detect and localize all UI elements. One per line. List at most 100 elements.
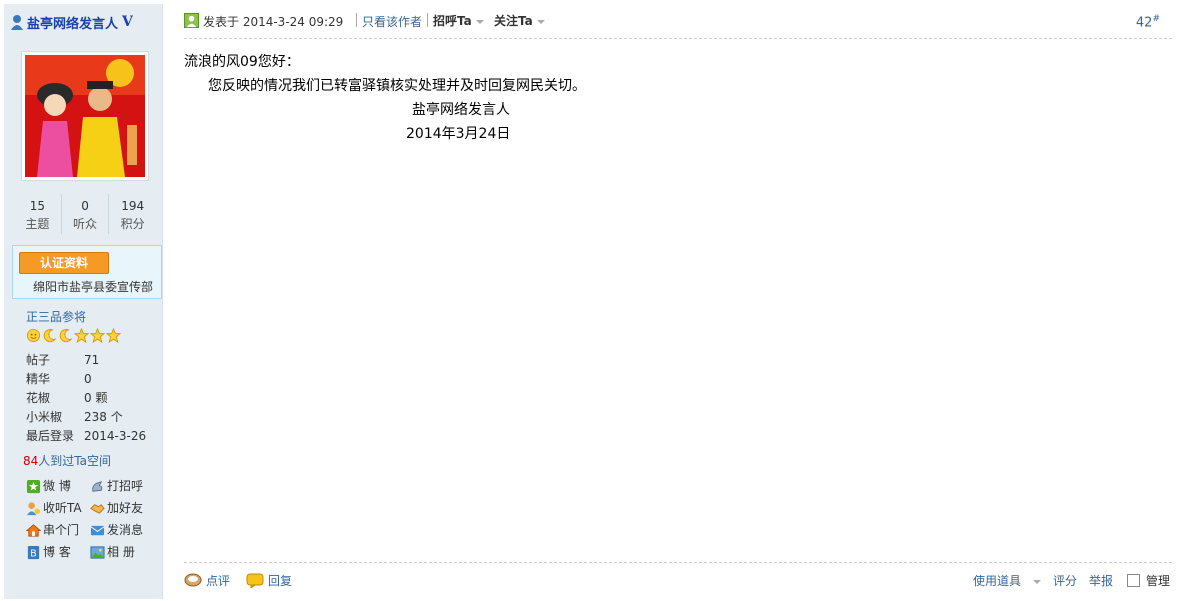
chevron-down-icon — [475, 19, 484, 24]
star-icon — [106, 328, 121, 343]
floor-number: 42 — [1135, 15, 1153, 31]
floor-mark: # — [1152, 14, 1160, 24]
avatar[interactable] — [21, 51, 149, 181]
certification-box: 认证资料 绵阳市盐亭县委宣传部 — [12, 245, 162, 299]
post-floor-link[interactable]: 42# — [1136, 14, 1160, 30]
user-icon — [11, 15, 23, 30]
stat-topics-value: 15 — [29, 199, 45, 213]
listen-label: 收听TA — [43, 501, 82, 515]
chevron-down-icon — [536, 19, 545, 24]
weibo-link[interactable]: 微 博 — [26, 475, 90, 497]
only-author-link[interactable]: 只看该作者 — [362, 13, 422, 30]
info-key: 小米椒 — [26, 410, 63, 424]
sun-icon — [26, 328, 41, 343]
user-rank[interactable]: 正三品参将 — [26, 308, 86, 325]
reply-button[interactable]: 回复 — [246, 572, 292, 589]
greet-dropdown[interactable]: 招呼Ta — [433, 12, 484, 29]
info-value[interactable]: 71 — [84, 351, 99, 370]
post-header: 发表于 2014-3-24 09:29 只看该作者 招呼Ta 关注Ta 42# — [184, 10, 1172, 39]
moon-icon — [59, 329, 73, 343]
use-tool-label: 使用道具 — [972, 574, 1021, 588]
message-link[interactable]: 发消息 — [90, 519, 154, 541]
rank-stars — [26, 328, 122, 344]
info-row-pepper: 花椒 0 颗 — [26, 389, 146, 408]
info-key: 精华 — [26, 372, 51, 386]
reply-icon — [246, 573, 264, 588]
comment-button[interactable]: 点评 — [184, 572, 230, 589]
stat-listeners-value: 0 — [81, 199, 89, 213]
certification-button[interactable]: 认证资料 — [19, 252, 109, 274]
album-link[interactable]: 相 册 — [90, 541, 154, 563]
stat-topics[interactable]: 15 主题 — [14, 194, 62, 234]
star-icon — [74, 328, 89, 343]
add-friend-link[interactable]: 加好友 — [90, 497, 154, 519]
author-name-link[interactable]: 盐亭网络发言人 — [27, 13, 118, 32]
reply-label: 回复 — [268, 574, 293, 588]
online-status-icon — [184, 13, 199, 28]
visit-label: 串个门 — [43, 523, 80, 537]
info-value: 0 颗 — [84, 391, 108, 405]
greet-link[interactable]: 打招呼 — [90, 475, 154, 497]
post-signature: 盐亭网络发言人 — [412, 102, 510, 118]
greet-label: 打招呼 — [107, 479, 144, 493]
weibo-icon — [26, 479, 41, 493]
greet-icon — [92, 480, 103, 492]
info-key: 花椒 — [26, 391, 51, 405]
message-label: 发消息 — [107, 523, 144, 537]
certification-org: 绵阳市盐亭县委宣传部 — [33, 280, 154, 294]
author-header: 盐亭网络发言人 V — [10, 12, 133, 32]
post-date: 2014年3月24日 — [406, 126, 511, 142]
divider — [356, 13, 357, 27]
home-icon — [26, 523, 41, 537]
listen-icon — [26, 501, 41, 515]
use-tool-dropdown[interactable]: 使用道具 — [961, 572, 1041, 589]
photo-icon — [90, 545, 105, 559]
info-row-last-login: 最后登录 2014-3-26 — [26, 427, 146, 446]
info-row-digest: 精华 0 — [26, 370, 146, 389]
rate-link[interactable]: 评分 — [1053, 572, 1077, 589]
weibo-label: 微 博 — [43, 479, 71, 493]
author-sidebar: 盐亭网络发言人 V 15 主题 0 听众 194 积分 认证资料 绵阳市盐亭县委… — [4, 4, 163, 599]
space-visitors-link[interactable]: 84人到过Ta空间 — [23, 452, 111, 469]
stat-points[interactable]: 194 积分 — [109, 194, 156, 234]
follow-dropdown[interactable]: 关注Ta — [494, 12, 545, 29]
stat-listeners[interactable]: 0 听众 — [62, 194, 110, 234]
moon-icon — [43, 329, 57, 343]
author-stats: 15 主题 0 听众 194 积分 — [14, 194, 156, 234]
star-icon — [90, 328, 105, 343]
listen-link[interactable]: 收听TA — [26, 497, 90, 519]
chevron-down-icon — [1032, 579, 1041, 584]
blog-icon: B — [27, 545, 40, 559]
author-actions: 微 博 打招呼 收听TA 加好友 串个门 发消息 B 博 客 相 册 — [26, 475, 166, 563]
comment-label: 点评 — [206, 574, 231, 588]
handshake-icon — [90, 503, 105, 514]
post-greeting: 流浪的风09您好： — [184, 54, 300, 70]
stat-points-label: 积分 — [120, 217, 145, 231]
follow-dropdown-label: 关注Ta — [494, 14, 533, 28]
stat-listeners-label: 听众 — [73, 217, 98, 231]
visitors-text: 人到过Ta空间 — [38, 454, 111, 468]
manage-checkbox[interactable] — [1126, 574, 1140, 587]
author-info: 帖子 71 精华 0 花椒 0 颗 小米椒 238 个 最后登录 2014-3-… — [26, 351, 146, 446]
envelope-icon — [90, 525, 105, 535]
comment-icon — [184, 573, 202, 587]
greet-dropdown-label: 招呼Ta — [433, 14, 472, 28]
info-key: 帖子 — [26, 353, 51, 367]
stat-points-value: 194 — [121, 199, 145, 213]
post-content: 流浪的风09您好： 您反映的情况我们已转富驿镇核实处理并及时回复网民关切。 盐亭… — [184, 50, 1164, 142]
blog-label: 博 客 — [43, 545, 71, 559]
info-row-small-pepper: 小米椒 238 个 — [26, 408, 146, 427]
svg-text:B: B — [30, 548, 36, 559]
post-footer: 点评 回复 使用道具 评分 举报 管理 — [184, 562, 1172, 593]
info-value: 2014-3-26 — [84, 429, 147, 443]
visit-link[interactable]: 串个门 — [26, 519, 90, 541]
avatar-image — [25, 55, 145, 177]
stat-topics-label: 主题 — [25, 217, 50, 231]
report-link[interactable]: 举报 — [1089, 572, 1113, 589]
manage-label: 管理 — [1145, 574, 1170, 588]
info-key: 最后登录 — [26, 429, 75, 443]
verified-badge[interactable]: V — [122, 14, 133, 30]
blog-link[interactable]: B 博 客 — [26, 541, 90, 563]
info-value: 0 — [84, 372, 92, 386]
info-row-posts: 帖子 71 — [26, 351, 146, 370]
